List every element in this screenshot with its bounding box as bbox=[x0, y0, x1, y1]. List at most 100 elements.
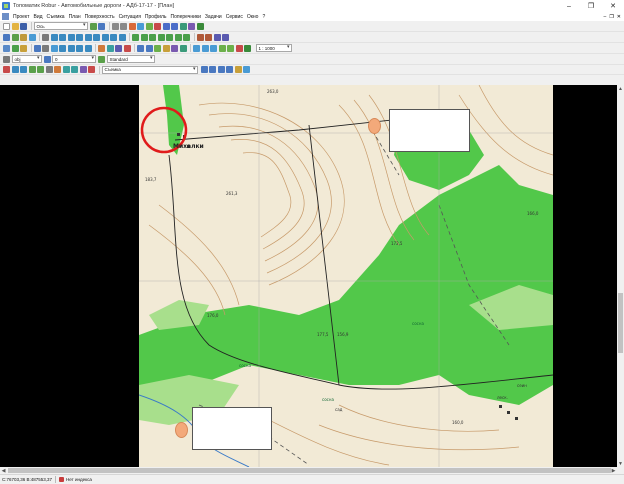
traverse-icon[interactable] bbox=[20, 33, 27, 41]
drawing-area[interactable]: Михалки 263,0 261,3 183,7 172,5 166,0 17… bbox=[0, 85, 624, 467]
draw-vertex-icon[interactable] bbox=[28, 66, 36, 73]
layer-show-icon[interactable] bbox=[209, 66, 216, 73]
tool-x-icon[interactable] bbox=[196, 33, 204, 41]
tool-align-icon[interactable] bbox=[33, 44, 41, 52]
tool-y-icon[interactable] bbox=[205, 33, 212, 41]
survey-point-icon[interactable] bbox=[3, 33, 10, 41]
paste-icon[interactable] bbox=[145, 22, 153, 30]
menu-situation[interactable]: Ситуация bbox=[117, 14, 143, 20]
location-marker[interactable] bbox=[368, 118, 381, 134]
copy-icon[interactable] bbox=[137, 22, 144, 30]
tool-layers-icon[interactable] bbox=[222, 33, 229, 41]
layer-hide-icon[interactable] bbox=[217, 66, 225, 73]
minimize-button[interactable]: – bbox=[558, 0, 580, 12]
tool-rotate-icon[interactable] bbox=[3, 44, 10, 52]
line-icon[interactable] bbox=[59, 33, 66, 41]
menu-survey[interactable]: Съемка bbox=[45, 14, 67, 20]
refresh-icon[interactable] bbox=[196, 22, 204, 30]
layer-icon[interactable] bbox=[89, 22, 97, 30]
tool-cascade-icon[interactable] bbox=[201, 44, 209, 52]
tool-window-icon[interactable] bbox=[193, 44, 200, 52]
scale-combo[interactable]: 1 : 1000 bbox=[255, 44, 292, 52]
linetype-icon[interactable] bbox=[98, 55, 105, 63]
layer-edit-icon[interactable] bbox=[234, 66, 242, 73]
tool-tile-icon[interactable] bbox=[210, 44, 217, 52]
menu-surface[interactable]: Поверхность bbox=[83, 14, 117, 20]
tool-join-icon[interactable] bbox=[59, 44, 66, 52]
scroll-up-icon[interactable]: ▲ bbox=[617, 85, 624, 92]
menu-profile[interactable]: Профиль bbox=[143, 14, 169, 20]
pan-icon[interactable] bbox=[188, 22, 195, 30]
arc-icon[interactable] bbox=[76, 33, 83, 41]
menu-cross-sections[interactable]: Поперечники bbox=[169, 14, 203, 20]
tool-break-icon[interactable] bbox=[67, 44, 75, 52]
tool-tree-icon[interactable] bbox=[244, 44, 251, 52]
draw-measure-icon[interactable] bbox=[45, 66, 53, 73]
measure-icon[interactable] bbox=[42, 33, 49, 41]
snap-intersection-icon[interactable] bbox=[174, 33, 182, 41]
callout-box[interactable] bbox=[389, 109, 470, 152]
polyline-icon[interactable] bbox=[67, 33, 75, 41]
open-folder-icon[interactable] bbox=[11, 22, 19, 30]
snap-node-icon[interactable] bbox=[166, 33, 173, 41]
text-style-combo[interactable]: Standard bbox=[106, 55, 155, 63]
draw-curve-icon[interactable] bbox=[11, 66, 19, 73]
new-file-icon[interactable] bbox=[3, 22, 10, 30]
vertical-scrollbar[interactable]: ▲ ▼ bbox=[617, 85, 624, 467]
layer-combo[interactable]: obj bbox=[11, 55, 42, 63]
doc-close-button[interactable]: ✕ bbox=[617, 14, 621, 20]
tool-terrain-icon[interactable] bbox=[227, 44, 234, 52]
tool-move-icon[interactable] bbox=[11, 44, 19, 52]
scroll-down-icon[interactable]: ▼ bbox=[617, 460, 624, 467]
zoom-out-icon[interactable] bbox=[171, 22, 178, 30]
offset-icon[interactable] bbox=[101, 33, 109, 41]
redo-icon[interactable] bbox=[120, 22, 127, 30]
menu-help[interactable]: ? bbox=[260, 14, 267, 20]
scroll-left-icon[interactable]: ◀ bbox=[0, 467, 7, 474]
snap-mid-icon[interactable] bbox=[149, 33, 156, 41]
survey-layer-combo[interactable]: Съемка bbox=[101, 65, 198, 74]
tool-settings-icon[interactable] bbox=[171, 44, 178, 52]
scroll-right-icon[interactable]: ▶ bbox=[610, 467, 617, 474]
tool-array-icon[interactable] bbox=[50, 44, 58, 52]
draw-tangent-icon[interactable] bbox=[20, 66, 27, 73]
draw-label-icon[interactable] bbox=[54, 66, 61, 73]
layer-properties-icon[interactable] bbox=[243, 66, 250, 73]
layer-lock-icon[interactable] bbox=[226, 66, 233, 73]
tool-export-icon[interactable] bbox=[154, 44, 161, 52]
menu-window[interactable]: Окно bbox=[245, 14, 261, 20]
delete-icon[interactable] bbox=[154, 22, 161, 30]
draw-bridge-icon[interactable] bbox=[79, 66, 87, 73]
tool-print-icon[interactable] bbox=[162, 44, 170, 52]
snap-icon[interactable] bbox=[132, 33, 139, 41]
menu-service[interactable]: Сервис bbox=[224, 14, 245, 20]
draw-edge-icon[interactable] bbox=[62, 66, 70, 73]
layer-manager-icon[interactable] bbox=[200, 66, 208, 73]
tool-marker-icon[interactable] bbox=[123, 44, 131, 52]
horizontal-scroll-thumb[interactable] bbox=[8, 468, 611, 473]
undo-icon[interactable] bbox=[111, 22, 119, 30]
tool-table-icon[interactable] bbox=[137, 44, 144, 52]
location-marker[interactable] bbox=[175, 422, 188, 438]
draw-offset-icon[interactable] bbox=[37, 66, 44, 73]
tool-grid-icon[interactable] bbox=[213, 33, 221, 41]
properties-icon[interactable] bbox=[98, 22, 105, 30]
trim-icon[interactable] bbox=[110, 33, 117, 41]
cut-icon[interactable] bbox=[128, 22, 136, 30]
extend-icon[interactable] bbox=[118, 33, 126, 41]
tool-text-icon[interactable] bbox=[98, 44, 105, 52]
tool-map-icon[interactable] bbox=[218, 44, 226, 52]
menu-tasks[interactable]: Задачи bbox=[203, 14, 224, 20]
tool-check-icon[interactable] bbox=[179, 44, 187, 52]
circle-icon[interactable] bbox=[84, 33, 92, 41]
zoom-extents-icon[interactable] bbox=[179, 22, 187, 30]
callout-box[interactable] bbox=[192, 407, 272, 450]
doc-minimize-button[interactable]: – bbox=[604, 14, 607, 20]
color-icon[interactable] bbox=[43, 55, 51, 63]
tool-hatch-icon[interactable] bbox=[115, 44, 122, 52]
snap-perpendicular-icon[interactable] bbox=[183, 33, 190, 41]
tool-mirror-icon[interactable] bbox=[42, 44, 49, 52]
maximize-button[interactable]: ❐ bbox=[580, 0, 602, 12]
object-type-combo[interactable]: Ось bbox=[33, 22, 88, 30]
draw-slope-icon[interactable] bbox=[71, 66, 78, 73]
